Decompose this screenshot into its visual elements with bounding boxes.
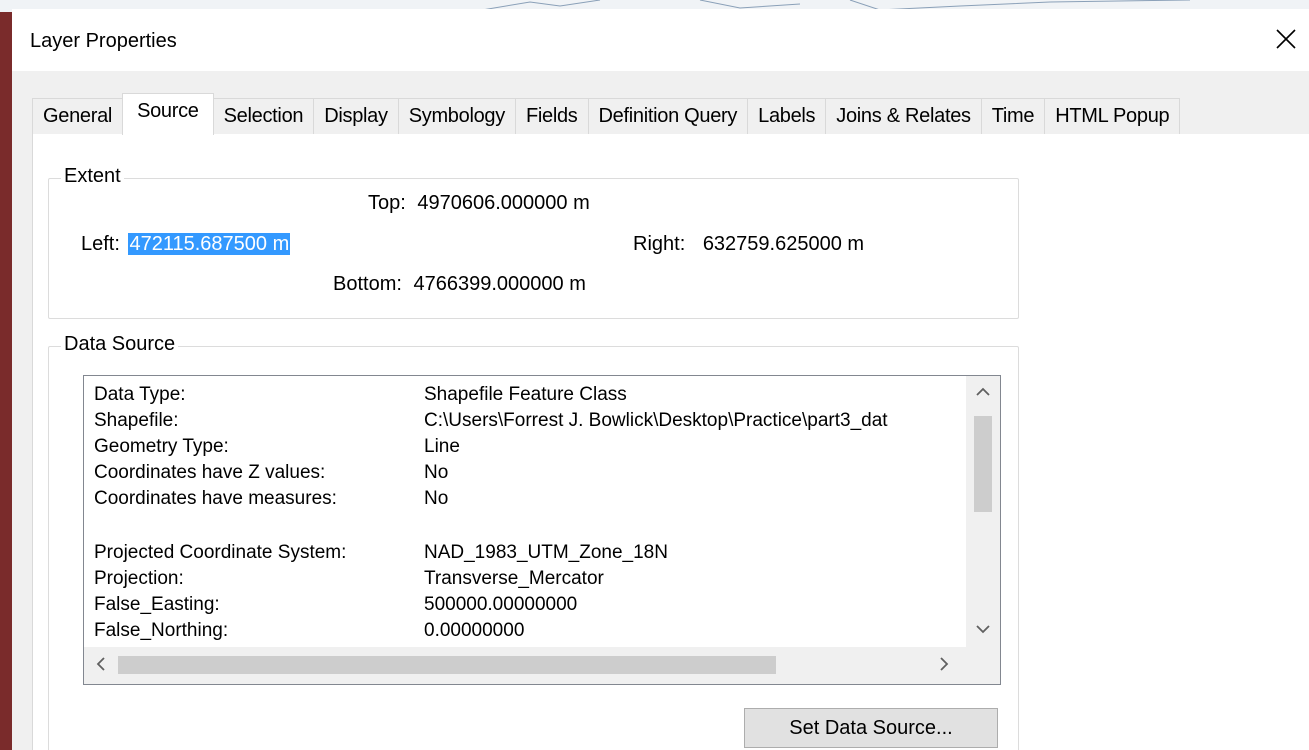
row-value: 0.00000000: [424, 620, 525, 641]
tabs: General Source Selection Display Symbolo…: [32, 90, 1181, 135]
row-key: Coordinates have measures:: [94, 488, 337, 509]
tab-symbology[interactable]: Symbology: [397, 98, 516, 134]
extent-top: Top: 4970606.000000 m: [368, 192, 590, 215]
list-item: Projection: Transverse_Mercator: [94, 566, 966, 592]
data-source-listbox[interactable]: Data Type: Shapefile Feature Class Shape…: [83, 375, 1001, 685]
tab-source[interactable]: Source: [122, 93, 214, 135]
scroll-down-button[interactable]: [966, 621, 1000, 639]
row-value: NAD_1983_UTM_Zone_18N: [424, 542, 668, 563]
extent-left-label: Left:: [81, 233, 120, 255]
horizontal-scrollbar[interactable]: [84, 647, 966, 684]
row-key: False_Easting:: [94, 594, 220, 615]
row-value: No: [424, 462, 449, 483]
row-key: Projected Coordinate System:: [94, 542, 347, 563]
source-tab-page: Extent Top: 4970606.000000 m Left: 47211…: [32, 134, 1309, 750]
list-item: Coordinates have Z values: No: [94, 460, 966, 486]
scroll-right-button[interactable]: [927, 657, 961, 676]
list-item: Coordinates have measures: No: [94, 486, 966, 512]
extent-top-label: Top:: [368, 192, 406, 214]
chevron-right-icon: [940, 657, 949, 671]
extent-left: Left: 472115.687500 m: [81, 233, 291, 256]
list-item-blank: [94, 512, 966, 540]
title-bar: Layer Properties: [12, 9, 1309, 71]
close-icon: [1276, 29, 1296, 49]
list-item: Data Type: Shapefile Feature Class: [94, 382, 966, 408]
vertical-scroll-thumb[interactable]: [974, 416, 992, 512]
row-key: Shapefile:: [94, 410, 179, 431]
vertical-scrollbar[interactable]: [966, 376, 1000, 647]
row-value: 500000.00000000: [424, 594, 578, 615]
scroll-up-button[interactable]: [966, 384, 1000, 402]
extent-bottom-label: Bottom:: [333, 273, 402, 295]
extent-right-value[interactable]: 632759.625000 m: [703, 233, 864, 255]
row-value: No: [424, 488, 449, 509]
window-title: Layer Properties: [30, 30, 177, 52]
tab-time[interactable]: Time: [980, 98, 1046, 134]
data-source-group-label: Data Source: [61, 333, 179, 356]
data-source-list: Data Type: Shapefile Feature Class Shape…: [84, 376, 966, 647]
extent-left-value[interactable]: 472115.687500 m: [128, 233, 291, 255]
row-value: C:\Users\Forrest J. Bowlick\Desktop\Prac…: [424, 410, 888, 431]
row-value: Transverse_Mercator: [424, 568, 604, 589]
row-key: Data Type:: [94, 384, 186, 405]
horizontal-scroll-thumb[interactable]: [118, 656, 776, 674]
row-key: False_Northing:: [94, 620, 229, 641]
extent-bottom-value[interactable]: 4766399.000000 m: [413, 273, 585, 295]
row-key: Coordinates have Z values:: [94, 462, 326, 483]
list-item: Geometry Type: Line: [94, 434, 966, 460]
tab-selection[interactable]: Selection: [212, 98, 315, 134]
scroll-left-button[interactable]: [84, 657, 118, 676]
tab-joins-relates[interactable]: Joins & Relates: [825, 98, 982, 134]
tab-fields[interactable]: Fields: [514, 98, 589, 134]
tab-html-popup[interactable]: HTML Popup: [1044, 98, 1181, 134]
extent-group-label: Extent: [61, 165, 124, 188]
close-button[interactable]: [1269, 22, 1303, 56]
row-value: Shapefile Feature Class: [424, 384, 627, 405]
row-value: Line: [424, 436, 460, 457]
tab-definition-query[interactable]: Definition Query: [587, 98, 749, 134]
tab-strip: General Source Selection Display Symbolo…: [12, 71, 1309, 137]
extent-top-value[interactable]: 4970606.000000 m: [417, 192, 589, 214]
data-source-group: Data Source Data Type: Shapefile Feature…: [48, 333, 1019, 750]
row-key: Geometry Type:: [94, 436, 229, 457]
chevron-left-icon: [96, 657, 105, 671]
layer-properties-dialog: Layer Properties General Source Selectio…: [12, 9, 1309, 750]
list-item: Projected Coordinate System: NAD_1983_UT…: [94, 540, 966, 566]
list-item: Shapefile: C:\Users\Forrest J. Bowlick\D…: [94, 408, 966, 434]
list-item: False_Easting: 500000.00000000: [94, 592, 966, 618]
set-data-source-button[interactable]: Set Data Source...: [744, 708, 998, 748]
row-key: Projection:: [94, 568, 184, 589]
tab-general[interactable]: General: [32, 98, 124, 134]
extent-group: Extent Top: 4970606.000000 m Left: 47211…: [48, 165, 1019, 319]
chevron-up-icon: [976, 387, 990, 396]
chevron-down-icon: [976, 625, 990, 634]
extent-right: Right: 632759.625000 m: [633, 233, 864, 256]
tab-display[interactable]: Display: [313, 98, 399, 134]
scrollbar-corner: [966, 647, 1000, 684]
extent-bottom: Bottom: 4766399.000000 m: [333, 273, 586, 296]
extent-right-label: Right:: [633, 233, 686, 255]
tab-labels[interactable]: Labels: [747, 98, 827, 134]
list-item: False_Northing: 0.00000000: [94, 618, 966, 644]
